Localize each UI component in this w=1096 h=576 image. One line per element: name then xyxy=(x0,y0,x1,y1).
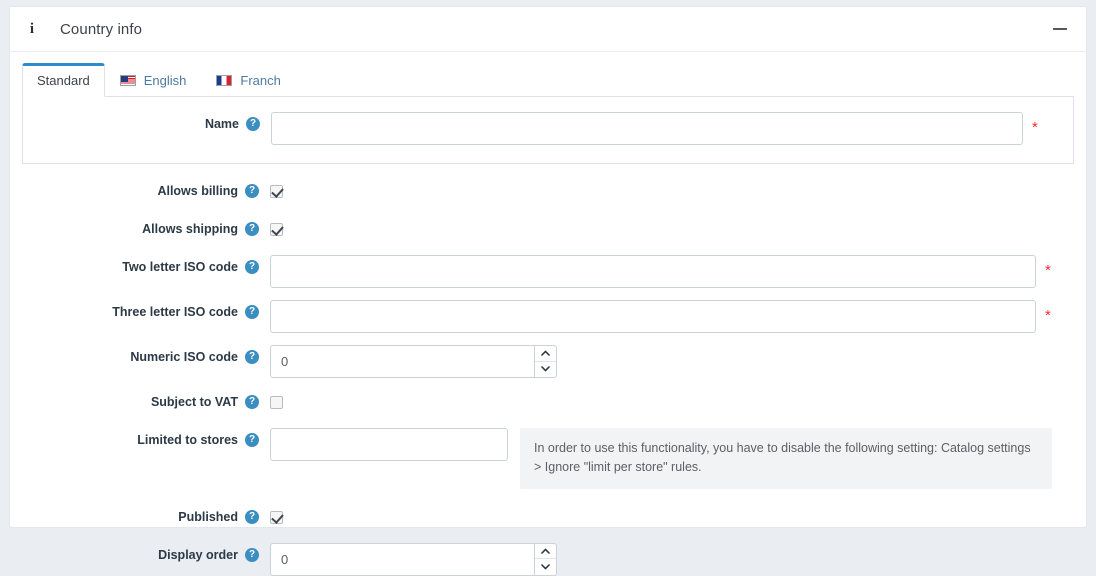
field-published xyxy=(270,505,1074,524)
page-background: i Country info Standard English Franch N… xyxy=(0,0,1096,576)
published-checkbox[interactable] xyxy=(270,510,283,524)
help-icon-limited-to-stores[interactable]: ? xyxy=(245,433,259,447)
display-order-input[interactable] xyxy=(270,542,534,576)
limited-to-stores-input[interactable] xyxy=(270,428,508,461)
row-published: Published ? xyxy=(22,505,1074,533)
country-form: Allows billing ? Allows shipping ? Two l… xyxy=(10,165,1086,576)
chevron-down-icon-display-order[interactable] xyxy=(535,559,556,575)
tab-english[interactable]: English xyxy=(105,64,202,97)
field-numeric-iso xyxy=(270,345,1074,378)
numeric-iso-input[interactable] xyxy=(270,345,534,378)
label-limited-to-stores-text: Limited to stores xyxy=(137,433,238,447)
help-icon-subject-to-vat[interactable]: ? xyxy=(245,395,259,409)
label-three-letter-iso-text: Three letter ISO code xyxy=(112,305,238,319)
tab-standard-label: Standard xyxy=(37,73,90,88)
chevron-up-icon-display-order[interactable] xyxy=(535,544,556,560)
fr-flag-icon xyxy=(216,75,233,86)
required-marker-three-letter-iso: * xyxy=(1045,307,1051,324)
tabs-wrapper: Standard English Franch Name ? * xyxy=(10,52,1086,165)
help-icon-name[interactable]: ? xyxy=(246,117,260,131)
numeric-iso-stepper xyxy=(270,345,557,378)
help-icon-allows-billing[interactable]: ? xyxy=(245,184,259,198)
field-name: * xyxy=(271,112,1073,145)
field-allows-billing xyxy=(270,179,1074,198)
label-display-order-text: Display order xyxy=(158,547,238,562)
label-name-text: Name xyxy=(204,117,239,131)
tab-english-label: English xyxy=(143,73,187,88)
info-icon: i xyxy=(29,20,35,37)
tab-panel-standard: Name ? * xyxy=(22,96,1074,164)
row-three-letter-iso: Three letter ISO code ? * xyxy=(22,300,1074,333)
field-subject-to-vat xyxy=(270,390,1074,409)
label-numeric-iso-text: Numeric ISO code xyxy=(130,350,238,364)
two-letter-iso-input[interactable] xyxy=(270,255,1036,288)
name-input[interactable] xyxy=(271,112,1023,145)
field-three-letter-iso: * xyxy=(270,300,1074,333)
row-limited-to-stores: Limited to stores ? In order to use this… xyxy=(22,428,1074,489)
label-published-text: Published xyxy=(178,509,238,524)
display-order-stepper xyxy=(270,542,557,576)
us-flag-icon xyxy=(119,75,136,86)
subject-to-vat-checkbox[interactable] xyxy=(270,396,283,409)
row-numeric-iso: Numeric ISO code ? xyxy=(22,345,1074,378)
label-three-letter-iso: Three letter ISO code ? xyxy=(22,300,270,319)
label-name: Name ? xyxy=(23,112,271,131)
help-icon-three-letter-iso[interactable]: ? xyxy=(245,305,259,319)
card-header: i Country info xyxy=(10,7,1086,52)
label-published: Published ? xyxy=(22,505,270,524)
numeric-iso-spinner xyxy=(534,345,557,378)
tab-list: Standard English Franch xyxy=(22,63,1074,97)
display-order-spinner xyxy=(534,542,557,576)
label-allows-billing: Allows billing ? xyxy=(22,179,270,198)
row-subject-to-vat: Subject to VAT ? xyxy=(22,390,1074,418)
field-two-letter-iso: * xyxy=(270,255,1074,288)
row-display-order: Display order ? xyxy=(22,542,1074,576)
allows-shipping-checkbox[interactable] xyxy=(270,223,283,236)
help-icon-two-letter-iso[interactable]: ? xyxy=(245,260,259,274)
label-two-letter-iso-text: Two letter ISO code xyxy=(122,260,238,274)
row-allows-billing: Allows billing ? xyxy=(22,179,1074,207)
row-two-letter-iso: Two letter ISO code ? * xyxy=(22,255,1074,288)
label-allows-shipping: Allows shipping ? xyxy=(22,217,270,236)
label-limited-to-stores: Limited to stores ? xyxy=(22,428,270,447)
required-marker-two-letter-iso: * xyxy=(1045,262,1051,279)
label-two-letter-iso: Two letter ISO code ? xyxy=(22,255,270,274)
allows-billing-checkbox[interactable] xyxy=(270,185,283,198)
limited-to-stores-hint: In order to use this functionality, you … xyxy=(520,428,1052,489)
label-display-order: Display order ? xyxy=(22,543,270,562)
label-numeric-iso: Numeric ISO code ? xyxy=(22,345,270,364)
country-info-card: i Country info Standard English Franch N… xyxy=(9,6,1087,576)
row-allows-shipping: Allows shipping ? xyxy=(22,217,1074,245)
label-allows-shipping-text: Allows shipping xyxy=(142,222,238,236)
help-icon-display-order[interactable]: ? xyxy=(245,547,259,562)
required-marker-name: * xyxy=(1032,119,1038,136)
label-subject-to-vat: Subject to VAT ? xyxy=(22,390,270,409)
help-icon-allows-shipping[interactable]: ? xyxy=(245,222,259,236)
field-display-order xyxy=(270,542,1074,576)
minus-icon[interactable] xyxy=(1052,21,1068,37)
field-limited-to-stores: In order to use this functionality, you … xyxy=(270,428,1074,489)
tab-franch-label: Franch xyxy=(240,73,281,88)
help-icon-published[interactable]: ? xyxy=(245,509,259,524)
chevron-up-icon-numeric-iso[interactable] xyxy=(535,346,556,362)
tab-franch[interactable]: Franch xyxy=(201,64,295,97)
help-icon-numeric-iso[interactable]: ? xyxy=(245,350,259,364)
field-allows-shipping xyxy=(270,217,1074,236)
chevron-down-icon-numeric-iso[interactable] xyxy=(535,362,556,378)
label-subject-to-vat-text: Subject to VAT xyxy=(150,395,238,409)
three-letter-iso-input[interactable] xyxy=(270,300,1036,333)
tab-standard[interactable]: Standard xyxy=(22,63,105,97)
page-title: Country info xyxy=(60,20,143,38)
row-name: Name ? * xyxy=(23,112,1073,145)
label-allows-billing-text: Allows billing xyxy=(157,184,238,198)
